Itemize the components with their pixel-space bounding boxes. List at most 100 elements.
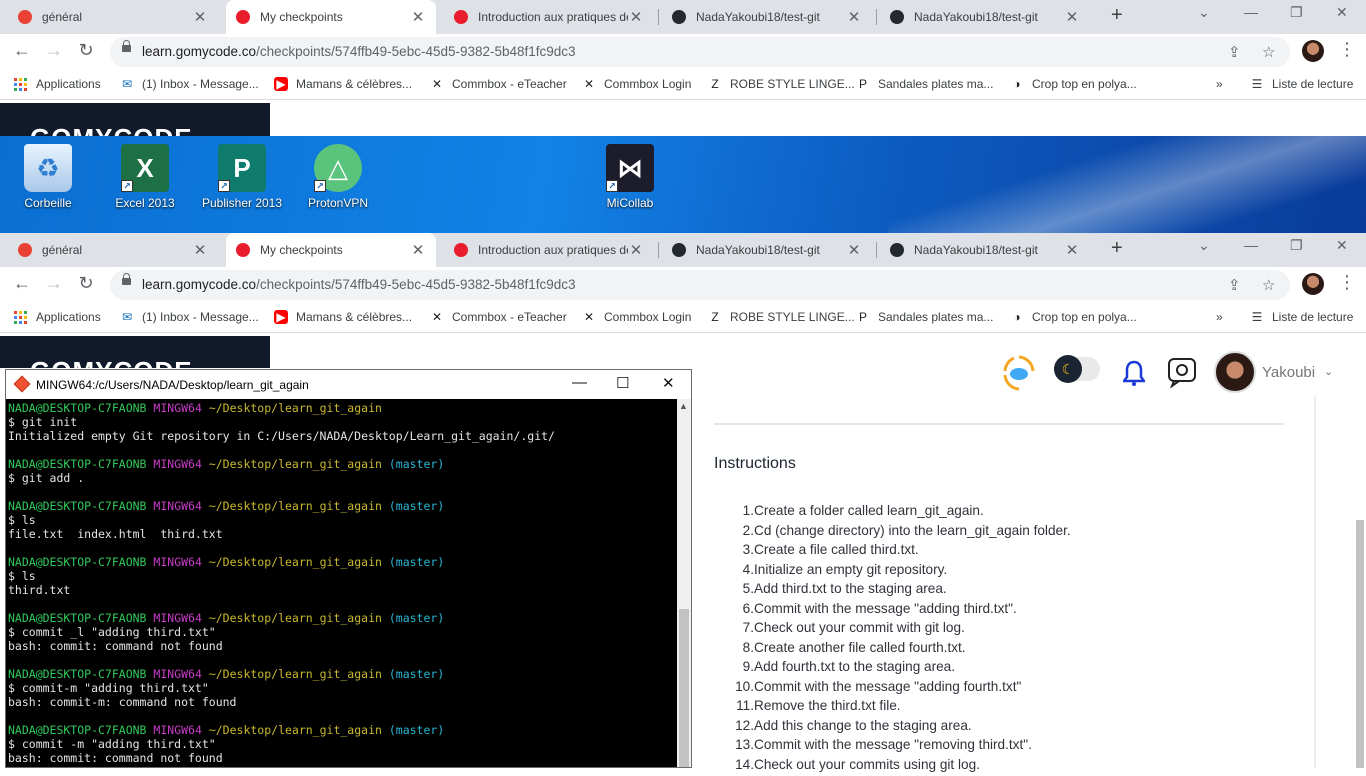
bookmark-2[interactable]: ▶Mamans & célèbres... [274,77,412,91]
prompt-user: NADA@DESKTOP-C7FAONB [8,667,146,681]
star-icon[interactable]: ☆ [1262,43,1275,61]
minimize-icon[interactable]: — [1244,237,1258,253]
dark-mode-toggle[interactable]: ☾ [1054,357,1100,381]
sync-cloud-icon[interactable] [1002,354,1036,392]
bookmark-0[interactable]: Applications [14,77,101,91]
new-tab-button[interactable]: + [1111,4,1123,27]
bookmark-label: Commbox Login [604,310,691,324]
terminal-output[interactable]: NADA@DESKTOP-C7FAONB MINGW64 ~/Desktop/l… [6,399,677,767]
tab-close-icon[interactable]: ✕ [192,8,208,26]
close-window-icon[interactable]: ✕ [1336,4,1348,21]
menu-icon[interactable]: ⋮ [1338,272,1356,293]
bookmark-6[interactable]: PSandales plates ma... [856,77,993,91]
desktop-icon-1[interactable]: X↗Excel 2013 [103,144,187,210]
bookmark-6[interactable]: PSandales plates ma... [856,310,993,324]
maximize-icon[interactable]: ☐ [616,374,629,392]
reload-icon[interactable]: ↻ [74,273,98,294]
bookmark-7[interactable]: ◑Crop top en polya... [1010,77,1137,91]
minimize-icon[interactable]: — [1244,4,1258,20]
page-scrollbar[interactable] [1356,520,1364,768]
tab-3[interactable]: NadaYakoubi18/test-git✕ [662,233,872,267]
tab-3[interactable]: NadaYakoubi18/test-git✕ [662,0,872,34]
tab-close-icon[interactable]: ✕ [628,8,644,26]
minimize-icon[interactable]: — [572,374,587,391]
tab-1[interactable]: My checkpoints✕ [226,233,436,267]
address-bar[interactable]: learn.gomycode.co/checkpoints/574ffb49-5… [110,270,1290,300]
tab-2[interactable]: Introduction aux pratiques de✕ [444,233,654,267]
address-bar[interactable]: learn.gomycode.co/checkpoints/574ffb49-5… [110,37,1290,67]
terminal-blank-line [8,443,675,457]
desktop-icon-3[interactable]: △↗ProtonVPN [296,144,380,210]
desktop-icon-2[interactable]: P↗Publisher 2013 [200,144,284,210]
forward-icon[interactable]: → [42,273,66,294]
reload-icon[interactable]: ↻ [74,40,98,61]
tab-close-icon[interactable]: ✕ [1064,8,1080,26]
bookmark-4[interactable]: ✕Commbox Login [582,310,691,324]
close-window-icon[interactable]: ✕ [1336,237,1348,254]
tab-favicon-icon [454,10,468,24]
user-name[interactable]: Yakoubi [1262,364,1315,381]
bookmark-3[interactable]: ✕Commbox - eTeacher [430,310,567,324]
prompt-user: NADA@DESKTOP-C7FAONB [8,457,146,471]
terminal-scrollbar[interactable]: ▲ [677,399,691,767]
more-bookmarks-icon[interactable]: » [1216,77,1223,91]
desktop-icon-4[interactable]: ⋈↗MiCollab [588,144,672,210]
excel-icon: X↗ [121,144,169,192]
profile-avatar[interactable] [1302,40,1324,62]
bookmark-5[interactable]: ZROBE STYLE LINGE... [708,77,855,91]
bookmark-0[interactable]: Applications [14,310,101,324]
tab-close-icon[interactable]: ✕ [846,8,862,26]
instruction-text: Commit with the message "removing third.… [754,737,1032,757]
restore-icon[interactable]: ❐ [1290,4,1303,21]
back-icon[interactable]: ← [10,40,34,61]
back-icon[interactable]: ← [10,273,34,294]
close-icon[interactable]: ✕ [662,374,675,392]
bookmark-7[interactable]: ◑Crop top en polya... [1010,310,1137,324]
forward-icon[interactable]: → [42,40,66,61]
profile-avatar[interactable] [1302,273,1324,295]
tab-4[interactable]: NadaYakoubi18/test-git✕ [880,0,1090,34]
desktop-icon-label: ProtonVPN [296,196,380,210]
prompt-path: ~/Desktop/learn_git_again [209,611,382,625]
tab-2[interactable]: Introduction aux pratiques de✕ [444,0,654,34]
bookmark-5[interactable]: ZROBE STYLE LINGE... [708,310,855,324]
tab-0[interactable]: général✕ [8,233,218,267]
bookmark-label: ROBE STYLE LINGE... [730,310,855,324]
reading-list-button[interactable]: ☰Liste de lecture [1250,310,1353,324]
menu-icon[interactable]: ⋮ [1338,39,1356,60]
tab-0[interactable]: général✕ [8,0,218,34]
tab-close-icon[interactable]: ✕ [628,241,644,259]
star-icon[interactable]: ☆ [1262,276,1275,294]
tab-4[interactable]: NadaYakoubi18/test-git✕ [880,233,1090,267]
bell-icon[interactable] [1123,360,1145,386]
terminal-titlebar[interactable]: MINGW64:/c/Users/NADA/Desktop/learn_git_… [6,370,691,399]
bookmark-2[interactable]: ▶Mamans & célèbres... [274,310,412,324]
tab-search-icon[interactable]: ⌄ [1198,237,1210,254]
bookmark-3[interactable]: ✕Commbox - eTeacher [430,77,567,91]
scroll-up-icon[interactable]: ▲ [679,401,688,411]
tab-close-icon[interactable]: ✕ [410,8,426,26]
bookmark-1[interactable]: ✉(1) Inbox - Message... [120,77,259,91]
tab-close-icon[interactable]: ✕ [192,241,208,259]
git-bash-window[interactable]: MINGW64:/c/Users/NADA/Desktop/learn_git_… [5,369,692,768]
prompt-user: NADA@DESKTOP-C7FAONB [8,723,146,737]
tab-1[interactable]: My checkpoints✕ [226,0,436,34]
share-icon[interactable]: ⇪ [1228,276,1241,294]
bookmark-1[interactable]: ✉(1) Inbox - Message... [120,310,259,324]
more-bookmarks-icon[interactable]: » [1216,310,1223,324]
bookmark-4[interactable]: ✕Commbox Login [582,77,691,91]
chevron-down-icon[interactable]: ⌄ [1324,365,1333,378]
user-avatar[interactable] [1214,351,1256,393]
desktop-icon-0[interactable]: ♻Corbeille [6,144,90,210]
restore-icon[interactable]: ❐ [1290,237,1303,254]
new-tab-button[interactable]: + [1111,237,1123,260]
instruction-number: 2. [732,523,754,543]
settings-chat-icon[interactable] [1166,356,1198,388]
tab-search-icon[interactable]: ⌄ [1198,4,1210,21]
terminal-scroll-thumb[interactable] [679,609,689,767]
tab-close-icon[interactable]: ✕ [846,241,862,259]
tab-close-icon[interactable]: ✕ [410,241,426,259]
reading-list-button[interactable]: ☰Liste de lecture [1250,77,1353,91]
share-icon[interactable]: ⇪ [1228,43,1241,61]
tab-close-icon[interactable]: ✕ [1064,241,1080,259]
